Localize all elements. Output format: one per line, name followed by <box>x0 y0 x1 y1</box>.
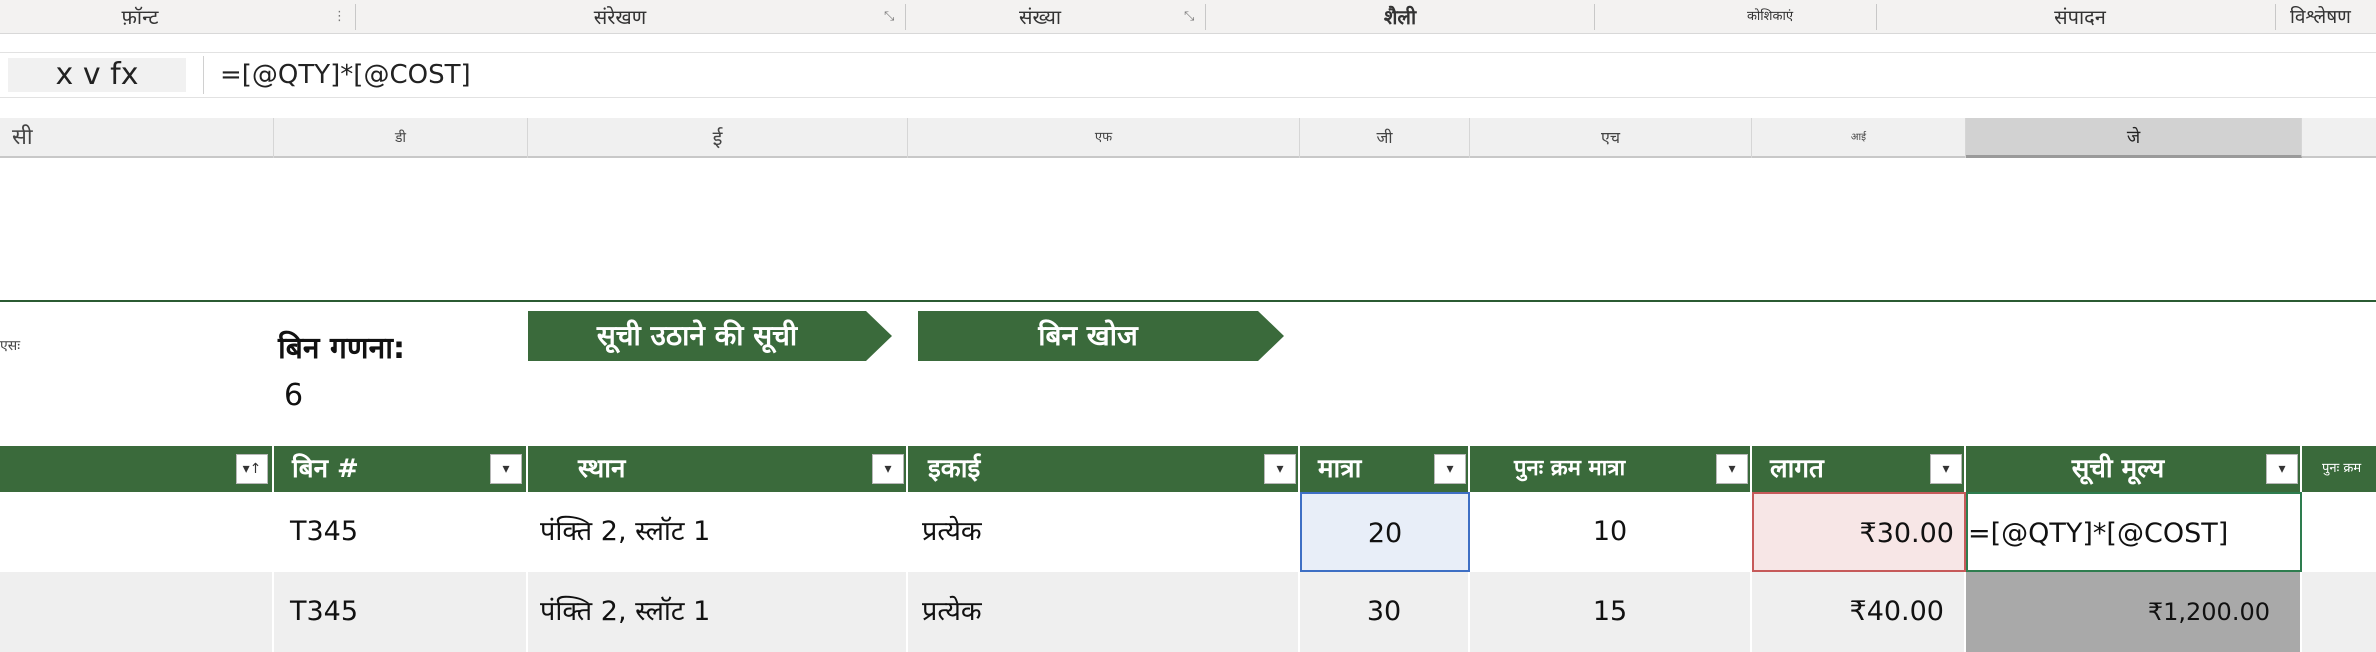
column-header-j[interactable]: जे <box>1966 118 2302 158</box>
column-header-c[interactable]: सी <box>0 118 274 158</box>
ribbon-divider <box>1205 4 1206 30</box>
table-header-row: ▾↑ बिन # ▾ स्थान ▾ इकाई ▾ मात्रा ▾ पुनः … <box>0 446 2376 492</box>
table-cell-blank[interactable] <box>0 492 274 572</box>
pick-list-button[interactable]: सूची उठाने की सूची <box>528 311 892 361</box>
column-header-f[interactable]: एफ <box>908 118 1300 158</box>
font-dialog-launcher-icon[interactable]: ⋮ <box>333 9 346 24</box>
filter-dropdown-icon[interactable]: ▾ <box>1434 454 1466 484</box>
table-cell-bin[interactable]: T345 <box>274 492 528 572</box>
ribbon-divider <box>905 4 906 30</box>
filter-dropdown-icon[interactable]: ▾ <box>1264 454 1296 484</box>
table-cell-reorder-qty[interactable]: 10 <box>1470 492 1752 572</box>
column-header-d[interactable]: डी <box>274 118 528 158</box>
table-cell-unit[interactable]: प्रत्येक <box>908 492 1300 572</box>
table-cell-bin[interactable]: T345 <box>274 572 528 652</box>
sort-filter-dropdown-icon[interactable]: ▾↑ <box>236 454 268 484</box>
table-cell-cost[interactable]: ₹40.00 <box>1752 572 1966 652</box>
ribbon-group-analysis[interactable]: विश्लेषण <box>2290 0 2376 34</box>
ribbon-divider <box>355 4 356 30</box>
table-cell-list-value-editing[interactable]: =[@QTY]*[@COST] <box>1966 492 2302 572</box>
table-row: T345 पंक्ति 2, स्लॉट 1 प्रत्येक 20 10 ₹3… <box>0 492 2376 572</box>
column-header-row: सी डी ई एफ जी एच आई जे <box>0 118 2376 158</box>
number-dialog-launcher-icon[interactable]: ⤡ <box>1184 9 1194 24</box>
table-cell-list-value[interactable]: ₹1,200.00 <box>1966 572 2302 652</box>
ribbon-group-alignment[interactable]: संरेखण <box>520 0 720 34</box>
column-header-e[interactable]: ई <box>528 118 908 158</box>
table-cell-qty[interactable]: 30 <box>1300 572 1470 652</box>
table-cell-location[interactable]: पंक्ति 2, स्लॉट 1 <box>528 572 908 652</box>
table-header-unit: इकाई <box>908 446 1300 492</box>
table-cell-blank[interactable] <box>0 572 274 652</box>
table-header-location: स्थान <box>528 446 908 492</box>
ribbon-divider <box>1594 4 1595 30</box>
pick-list-button-label: सूची उठाने की सूची <box>596 319 798 352</box>
bin-lookup-button[interactable]: बिन खोज <box>918 311 1284 361</box>
formula-bar-divider <box>203 56 204 94</box>
column-header-i[interactable]: आई <box>1752 118 1966 158</box>
table-header-reorder: पुनः क्रम <box>2322 461 2362 476</box>
ribbon-group-styles[interactable]: शैली <box>1330 0 1470 34</box>
filter-dropdown-icon[interactable]: ▾ <box>490 454 522 484</box>
ribbon-divider <box>2275 4 2276 30</box>
bin-count-value: 6 <box>284 378 304 413</box>
ribbon-group-cells[interactable]: कोशिकाएं <box>1690 0 1850 34</box>
filter-dropdown-icon[interactable]: ▾ <box>1930 454 1962 484</box>
ribbon-group-bar: फ़ॉन्ट ⋮ संरेखण ⤡ संख्या ⤡ शैली कोशिकाएं… <box>0 0 2376 34</box>
alignment-dialog-launcher-icon[interactable]: ⤡ <box>884 9 894 24</box>
table-cell-cost[interactable]: ₹30.00 <box>1752 492 1966 572</box>
formula-buttons[interactable]: x v fx <box>8 58 186 92</box>
ribbon-group-editing[interactable]: संपादन <box>2000 0 2160 34</box>
table-cell-location[interactable]: पंक्ति 2, स्लॉट 1 <box>528 492 908 572</box>
filter-dropdown-icon[interactable]: ▾ <box>2266 454 2298 484</box>
ribbon-group-number[interactable]: संख्या <box>980 0 1100 34</box>
table-cell-unit[interactable]: प्रत्येक <box>908 572 1300 652</box>
table-header-blank <box>0 446 274 492</box>
filter-dropdown-icon[interactable]: ▾ <box>872 454 904 484</box>
column-header-h[interactable]: एच <box>1470 118 1752 158</box>
formula-input[interactable]: =[@QTY]*[@COST] <box>220 58 471 92</box>
filter-dropdown-icon[interactable]: ▾ <box>1716 454 1748 484</box>
bin-count-label: बिन गणना: <box>278 331 405 366</box>
ribbon-divider <box>1876 4 1877 30</box>
row-label-fragment: एसः <box>0 338 21 354</box>
table-cell-qty[interactable]: 20 <box>1300 492 1470 572</box>
table-header-reorder-qty: पुनः क्रम मात्रा <box>1470 446 1752 492</box>
bin-lookup-button-label: बिन खोज <box>1038 319 1138 352</box>
table-row: T345 पंक्ति 2, स्लॉट 1 प्रत्येक 30 15 ₹4… <box>0 572 2376 652</box>
table-header-list-value: सूची मूल्य <box>1966 446 2302 492</box>
section-divider <box>0 300 2376 302</box>
table-cell-reorder-qty[interactable]: 15 <box>1470 572 1752 652</box>
column-header-g[interactable]: जी <box>1300 118 1470 158</box>
ribbon-group-font[interactable]: फ़ॉन्ट <box>40 0 240 34</box>
